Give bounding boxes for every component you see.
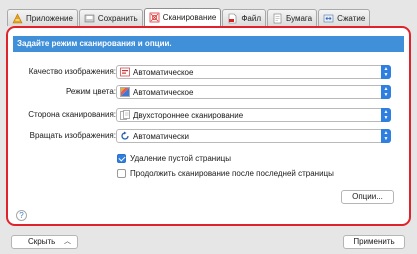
scan-side-label: Сторона сканирования: (28, 110, 116, 119)
chevron-updown-icon: ▲ ▼ (381, 129, 391, 143)
hide-button-label: Скрыть (28, 237, 56, 246)
save-icon (84, 13, 95, 24)
duplex-icon (120, 110, 130, 120)
image-quality-select[interactable]: Автоматическое ▲ ▼ (116, 65, 391, 79)
color-mode-label: Режим цвета: (65, 87, 116, 96)
rotate-label: Вращать изображения: (29, 131, 116, 140)
scan-side-value: Двухстороннее сканирование (133, 110, 244, 120)
chevron-up-icon: ︿ (64, 238, 71, 245)
quality-icon (120, 67, 130, 77)
panel-header: Задайте режим сканирования и опции. (13, 36, 404, 52)
scan-settings-panel: Задайте режим сканирования и опции. Каче… (6, 26, 411, 226)
apply-button[interactable]: Применить (343, 235, 405, 249)
rotate-row: Вращать изображения: Автоматически ▲ ▼ (8, 129, 409, 143)
compression-icon (323, 13, 334, 24)
tab-label: Файл (241, 13, 261, 23)
tab-label: Сохранить (97, 13, 138, 23)
checkbox-unchecked-icon[interactable] (117, 168, 126, 178)
rotate-value: Автоматически (133, 131, 189, 141)
tab-label: Приложение (26, 13, 73, 23)
image-quality-value: Автоматическое (133, 67, 194, 77)
image-quality-label: Качество изображения: (28, 67, 116, 76)
blank-page-removal-label: Удаление пустой страницы (130, 153, 231, 163)
tab-paper[interactable]: Бумага (267, 9, 318, 26)
rotate-select[interactable]: Автоматически ▲ ▼ (116, 129, 391, 143)
tab-file[interactable]: Файл (222, 9, 266, 26)
tab-compression[interactable]: Сжатие (318, 9, 371, 26)
scan-side-row: Сторона сканирования: Двухстороннее скан… (8, 108, 409, 122)
hide-button[interactable]: Скрыть ︿ (11, 235, 78, 249)
color-mode-icon (120, 87, 130, 97)
blank-page-removal-checkbox[interactable]: Удаление пустой страницы (117, 152, 231, 164)
options-button[interactable]: Опции... (341, 190, 394, 204)
file-icon (227, 13, 238, 24)
color-mode-select[interactable]: Автоматическое ▲ ▼ (116, 85, 391, 99)
rotate-icon (120, 131, 130, 141)
color-mode-value: Автоматическое (133, 87, 194, 97)
image-quality-row: Качество изображения: Автоматическое ▲ ▼ (8, 65, 409, 79)
color-mode-row: Режим цвета: Автоматическое ▲ ▼ (8, 85, 409, 99)
chevron-updown-icon: ▲ ▼ (381, 65, 391, 79)
chevron-updown-icon: ▲ ▼ (381, 85, 391, 99)
tab-save[interactable]: Сохранить (78, 9, 143, 26)
chevron-updown-icon: ▲ ▼ (381, 108, 391, 122)
paper-icon (272, 13, 283, 24)
help-button[interactable]: ? (16, 210, 27, 221)
tab-label: Бумага (286, 13, 313, 23)
tab-label: Сжатие (337, 13, 366, 23)
continue-scanning-label: Продолжить сканирование после последней … (130, 168, 334, 178)
tab-label: Сканирование (162, 13, 217, 22)
continue-scanning-checkbox[interactable]: Продолжить сканирование после последней … (117, 167, 334, 179)
tab-scanning[interactable]: Сканирование (143, 8, 222, 26)
tab-bar: Приложение Сохранить Сканирование Файл Б… (7, 8, 371, 26)
application-icon (12, 12, 23, 24)
checkbox-checked-icon[interactable] (117, 153, 126, 163)
tab-application[interactable]: Приложение (7, 9, 78, 26)
scan-side-select[interactable]: Двухстороннее сканирование ▲ ▼ (116, 108, 391, 122)
scanning-icon (149, 12, 160, 23)
